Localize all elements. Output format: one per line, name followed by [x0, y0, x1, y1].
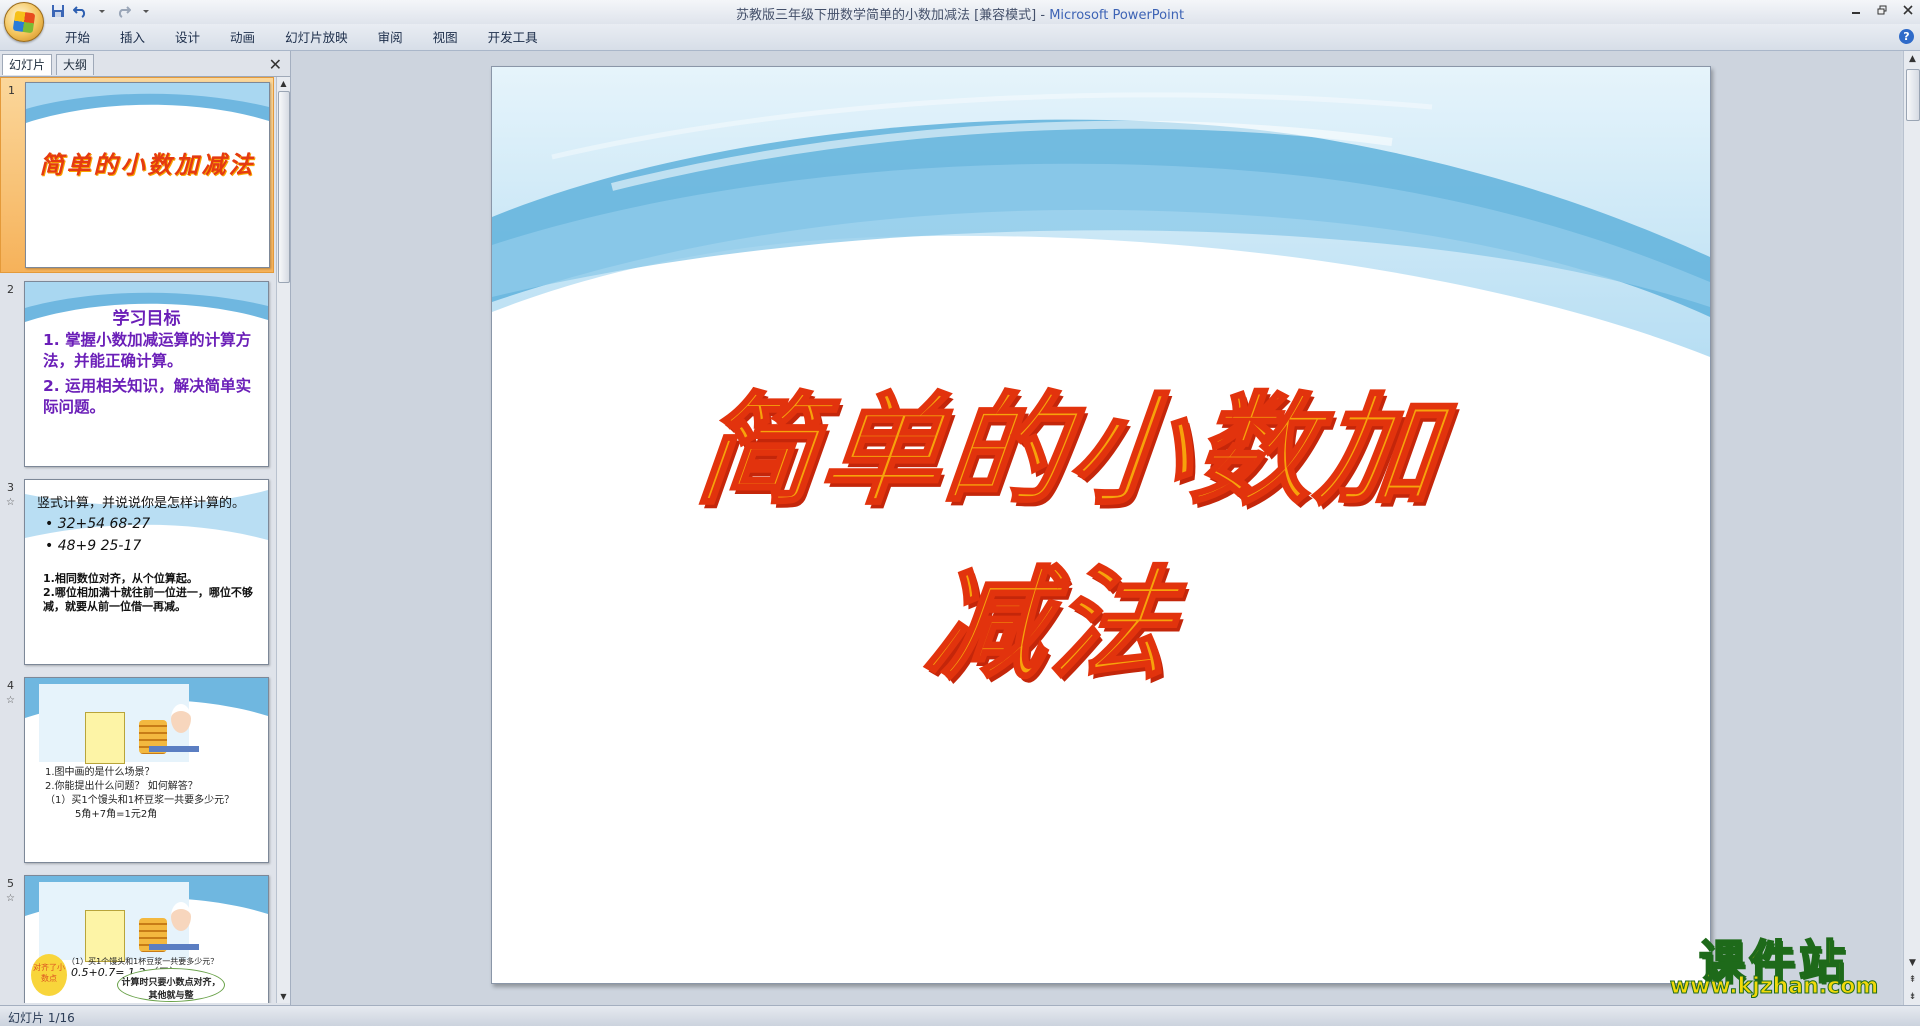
ribbon: 开始 插入 设计 动画 幻灯片放映 审阅 视图 开发工具 ? [0, 24, 1920, 51]
tab-review[interactable]: 审阅 [363, 28, 418, 48]
goal-item: 2. 运用相关知识，解决简单实际问题。 [43, 377, 252, 416]
tab-design[interactable]: 设计 [160, 28, 215, 48]
slide-thumbnail-1[interactable]: 简单的小数加减法 [25, 82, 270, 268]
scroll-down-icon[interactable]: ▼ [1904, 955, 1920, 971]
slide-canvas: 简单的小数加减法 [291, 51, 1901, 1005]
thumbnail-row-5[interactable]: 5 ☆ （1）买1个馒头和1杯豆浆一共要多少元？ 0.5+0.7= 1.2（元）… [0, 871, 274, 1003]
scroll-down-icon[interactable]: ▼ [277, 990, 290, 1003]
scroll-up-icon[interactable]: ▲ [277, 77, 290, 90]
note-item: 2.哪位相加满十就往前一位进一，哪位不够减，就要从前一位借一再减。 [43, 586, 253, 613]
line-item: （1）买1个馒头和1杯豆浆一共要多少元？ [45, 795, 235, 806]
pane-scroll-thumb[interactable] [278, 91, 290, 283]
thumbnail-number: 4 [7, 679, 14, 692]
window-controls [1848, 2, 1916, 18]
tab-outline[interactable]: 大纲 [56, 54, 95, 75]
thumbnail-list: 1 简单的小数加减法 2 学习目标 1. 掌握小数加减运算的计算方法，并能正确计… [0, 77, 274, 1003]
note-item: 1.相同数位对齐，从个位算起。 [43, 572, 198, 585]
table-icon [149, 944, 199, 950]
thumbnail-row-1[interactable]: 1 简单的小数加减法 [0, 77, 274, 273]
office-button[interactable] [4, 2, 44, 42]
animation-star-icon: ☆ [6, 497, 15, 508]
slide-title[interactable]: 简单的小数加减法 [634, 353, 1491, 701]
calc-row: • 32+54 68-27 [45, 516, 151, 532]
goal-item: 1. 掌握小数加减运算的计算方法，并能正确计算。 [43, 331, 252, 370]
title-separator: - [1036, 8, 1050, 23]
thumbnail-number: 3 [7, 481, 14, 494]
close-pane-icon[interactable]: ✕ [269, 55, 282, 74]
pane-scrollbar[interactable]: ▲ ▼ [276, 77, 290, 1003]
tab-view[interactable]: 视图 [418, 28, 473, 48]
app-name: Microsoft PowerPoint [1049, 8, 1185, 23]
chef-icon [171, 704, 191, 733]
thumbnail-heading: 学习目标 [112, 309, 181, 329]
thumbnail-goals: 1. 掌握小数加减运算的计算方法，并能正确计算。 2. 运用相关知识，解决简单实… [43, 330, 261, 422]
thumbnail-number: 5 [7, 877, 14, 890]
menu-board-icon [85, 712, 125, 764]
thumbnail-title-art: 简单的小数加减法 [39, 150, 256, 179]
thumbnail-row-2[interactable]: 2 学习目标 1. 掌握小数加减运算的计算方法，并能正确计算。 2. 运用相关知… [0, 277, 274, 473]
close-window-icon[interactable] [1900, 2, 1916, 18]
next-slide-icon[interactable]: ⇟ [1904, 989, 1920, 1005]
minimize-icon[interactable] [1848, 2, 1864, 18]
thumbnail-notes: 1.相同数位对齐，从个位算起。 2.哪位相加满十就往前一位进一，哪位不够减，就要… [43, 572, 261, 614]
slides-pane: 幻灯片 大纲 ✕ 1 简单的小数加减法 2 学习目标 1. 掌握小数加减运算的计… [0, 51, 291, 1005]
scroll-up-icon[interactable]: ▲ [1904, 51, 1920, 67]
watermark-logo: 课件站 www.kjzhan.com [1654, 926, 1894, 1001]
document-title: 苏教版三年级下册数学简单的小数加减法 [兼容模式] [735, 8, 1037, 23]
breakfast-illustration [39, 684, 199, 764]
slide-thumbnail-2[interactable]: 学习目标 1. 掌握小数加减运算的计算方法，并能正确计算。 2. 运用相关知识，… [24, 281, 269, 467]
restore-icon[interactable] [1874, 2, 1890, 18]
help-icon[interactable]: ? [1899, 29, 1914, 44]
thumbnail-number: 1 [8, 84, 15, 97]
canvas-scroll-thumb[interactable] [1906, 69, 1920, 121]
office-logo-icon [12, 10, 36, 34]
tab-developer[interactable]: 开发工具 [473, 28, 553, 48]
slide-thumbnail-3[interactable]: 竖式计算，并说说你是怎样计算的。 • 32+54 68-27 • 48+9 25… [24, 479, 269, 665]
tab-slideshow[interactable]: 幻灯片放映 [270, 28, 363, 48]
tab-home[interactable]: 开始 [50, 28, 105, 48]
animation-star-icon: ☆ [6, 695, 15, 706]
tab-slides[interactable]: 幻灯片 [2, 54, 53, 75]
calc-row: • 48+9 25-17 [45, 538, 142, 554]
title-bar: 苏教版三年级下册数学简单的小数加减法 [兼容模式] - Microsoft Po… [0, 0, 1920, 42]
chef-icon [171, 902, 191, 931]
wave-decoration [26, 83, 269, 123]
status-bar: 幻灯片 1/16 [0, 1005, 1920, 1026]
thumbnail-row-4[interactable]: 4 ☆ 1.图中画的是什么场景？ 2.你能提出什么问题？ 如何解答？ （1）买1… [0, 673, 274, 869]
current-slide[interactable]: 简单的小数加减法 [491, 66, 1711, 984]
wave-decoration [492, 67, 1710, 387]
canvas-scrollbar[interactable]: ▲ ▼ ⇞ ⇟ [1903, 51, 1920, 1005]
slide-thumbnail-4[interactable]: 1.图中画的是什么场景？ 2.你能提出什么问题？ 如何解答？ （1）买1个馒头和… [24, 677, 269, 863]
breakfast-illustration [39, 882, 199, 962]
pane-tabs: 幻灯片 大纲 ✕ [0, 52, 290, 77]
slide-counter: 幻灯片 1/16 [8, 1011, 75, 1025]
tab-animations[interactable]: 动画 [215, 28, 270, 48]
line-item: 1.图中画的是什么场景？ [45, 767, 155, 778]
previous-slide-icon[interactable]: ⇞ [1904, 972, 1920, 988]
thumbnail-bubble: 对齐了小数点 [31, 954, 67, 996]
thumbnail-row-3[interactable]: 3 ☆ 竖式计算，并说说你是怎样计算的。 • 32+54 68-27 • 48+… [0, 475, 274, 671]
tab-insert[interactable]: 插入 [105, 28, 160, 48]
menu-board-icon [85, 910, 125, 962]
window-title: 苏教版三年级下册数学简单的小数加减法 [兼容模式] - Microsoft Po… [0, 4, 1920, 23]
ribbon-tabs: 开始 插入 设计 动画 幻灯片放映 审阅 视图 开发工具 [50, 28, 553, 48]
thumbnail-lines: 1.图中画的是什么场景？ 2.你能提出什么问题？ 如何解答？ （1）买1个馒头和… [45, 766, 265, 822]
animation-star-icon: ☆ [6, 893, 15, 904]
thumbnail-cloud: 计算时只要小数点对齐，其他就与整 [117, 968, 225, 1002]
table-icon [149, 746, 199, 752]
line-item: 2.你能提出什么问题？ 如何解答？ [45, 781, 198, 792]
thumbnail-number: 2 [7, 283, 14, 296]
thumbnail-question: 竖式计算，并说说你是怎样计算的。 [37, 496, 246, 511]
watermark-url: www.kjzhan.com [1669, 974, 1879, 1000]
slide-thumbnail-5[interactable]: （1）买1个馒头和1杯豆浆一共要多少元？ 0.5+0.7= 1.2（元） 对齐了… [24, 875, 269, 1003]
line-item: 5角+7角=1元2角 [75, 809, 158, 820]
